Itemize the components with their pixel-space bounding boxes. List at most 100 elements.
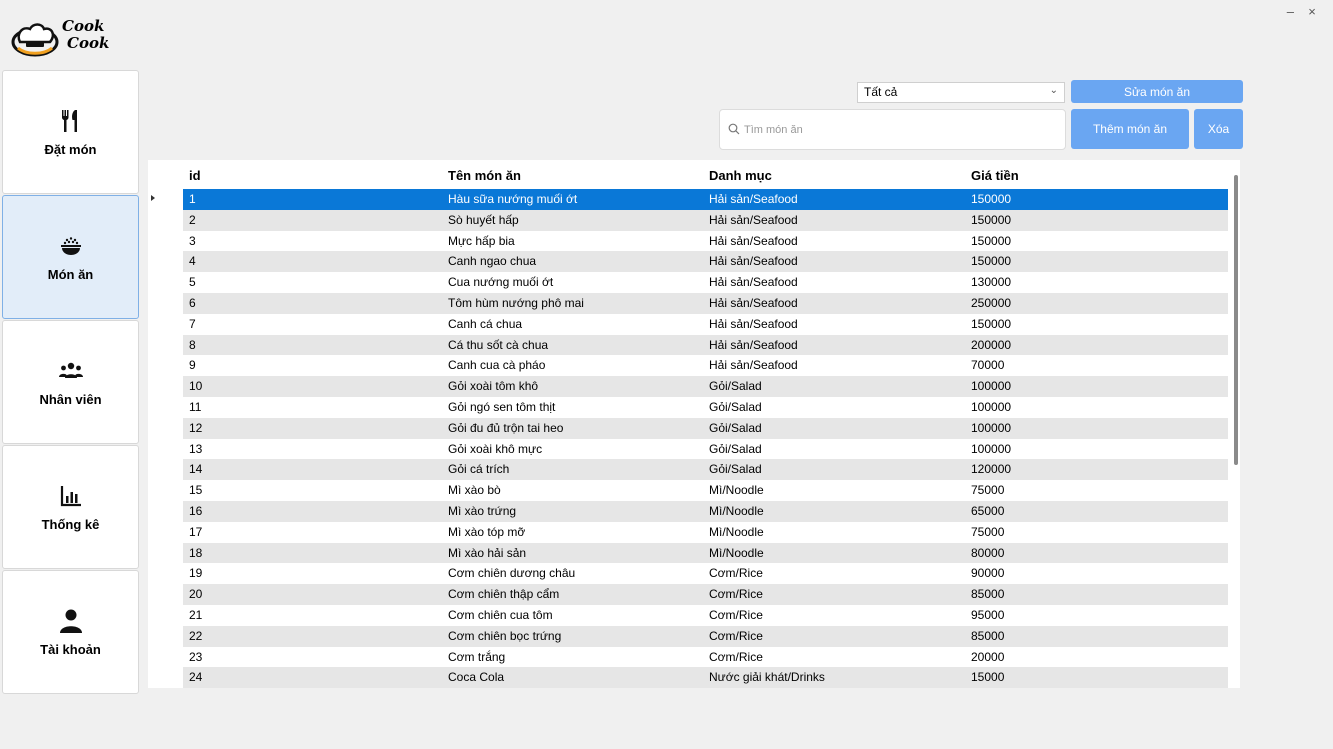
table-row[interactable]: 16 Mì xào trứng Mì/Noodle 65000: [148, 500, 1228, 522]
cell-price: 200000: [971, 337, 1012, 352]
table-row[interactable]: 4 Canh ngao chua Hải sản/Seafood 150000: [148, 251, 1228, 273]
table-row[interactable]: 20 Cơm chiên thập cẩm Cơm/Rice 85000: [148, 584, 1228, 605]
table-row[interactable]: 18 Mì xào hải sản Mì/Noodle 80000: [148, 542, 1228, 564]
chef-hat-icon: [11, 23, 59, 57]
cell-price: 150000: [971, 212, 1012, 227]
table-row[interactable]: 11 Gỏi ngó sen tôm thịt Gỏi/Salad 100000: [148, 397, 1228, 418]
table-row[interactable]: 3 Mực hấp bia Hải sản/Seafood 150000: [148, 231, 1228, 252]
cell-price: 75000: [971, 524, 1005, 539]
row-stripe: [183, 625, 1228, 647]
table-row[interactable]: 8 Cá thu sốt cà chua Hải sản/Seafood 200000: [148, 334, 1228, 356]
table-row[interactable]: 2 Sò huyết hấp Hải sản/Seafood 150000: [148, 209, 1228, 231]
table-row[interactable]: 13 Gỏi xoài khô mực Gỏi/Salad 100000: [148, 439, 1228, 460]
close-icon[interactable]: ×: [1303, 4, 1321, 19]
row-stripe: [183, 209, 1228, 231]
table-row[interactable]: 14 Gỏi cá trích Gỏi/Salad 120000: [148, 459, 1228, 481]
category-filter-select[interactable]: Tất cả ⌄: [857, 82, 1065, 103]
cell-id: 11: [189, 399, 202, 414]
cell-price: 100000: [971, 441, 1012, 456]
table-row[interactable]: 12 Gỏi đu đủ trộn tai heo Gỏi/Salad 100000: [148, 417, 1228, 439]
cell-name: Cá thu sốt cà chua: [448, 337, 549, 352]
table-row[interactable]: 6 Tôm hùm nướng phô mai Hải sản/Seafood 250…: [148, 292, 1228, 314]
cell-name: Cơm chiên dương châu: [448, 566, 576, 581]
cell-id: 14: [189, 462, 203, 477]
cell-id: 19: [189, 566, 203, 581]
cell-id: 2: [189, 212, 196, 227]
nav-label: Đặt món: [44, 141, 97, 157]
row-indicator-icon: [151, 195, 155, 201]
minimize-icon[interactable]: –: [1281, 4, 1299, 19]
table-row[interactable]: 17 Mì xào tóp mỡ Mì/Noodle 75000: [148, 522, 1228, 543]
cell-name: Mì xào bò: [448, 483, 501, 498]
table-row[interactable]: 15 Mì xào bò Mì/Noodle 75000: [148, 480, 1228, 501]
add-dish-button[interactable]: Thêm món ăn: [1071, 109, 1189, 149]
cell-price: 70000: [971, 358, 1005, 373]
cell-category: Gỏi/Salad: [709, 441, 762, 456]
cell-id: 6: [189, 295, 196, 310]
cell-category: Mì/Noodle: [709, 524, 764, 539]
table-row[interactable]: 5 Cua nướng muối ớt Hải sản/Seafood 130000: [148, 272, 1228, 293]
cell-price: 100000: [971, 399, 1012, 414]
cell-name: Cơm chiên bọc trứng: [448, 628, 562, 643]
cell-name: Gỏi xoài khô mực: [448, 441, 543, 456]
cell-id: 13: [189, 441, 203, 456]
row-stripe: [183, 500, 1228, 522]
cell-name: Sò huyết hấp: [448, 212, 519, 227]
table-row[interactable]: 1 Hàu sữa nướng muối ớt Hải sản/Seafood 150…: [148, 189, 1228, 210]
cell-id: 21: [189, 607, 203, 622]
bar-chart-icon: [60, 485, 81, 506]
header-price[interactable]: Giá tiền: [971, 168, 1019, 183]
cell-price: 20000: [971, 649, 1005, 664]
table-row[interactable]: 19 Cơm chiên dương châu Cơm/Rice 90000: [148, 563, 1228, 584]
cell-category: Hải sản/Seafood: [709, 212, 798, 227]
cell-id: 18: [189, 545, 203, 560]
table-row[interactable]: 23 Cơm trắng Cơm/Rice 20000: [148, 647, 1228, 668]
table-row[interactable]: 7 Canh cá chua Hải sản/Seafood 150000: [148, 314, 1228, 335]
nav-item-dat-mon[interactable]: Đặt món: [2, 70, 139, 194]
table-row[interactable]: 10 Gỏi xoài tôm khô Gỏi/Salad 100000: [148, 376, 1228, 397]
cell-category: Hải sản/Seafood: [709, 358, 798, 373]
cell-price: 150000: [971, 192, 1012, 206]
dishes-table[interactable]: id Tên món ăn Danh mục Giá tiền 1 Hàu sữa…: [148, 160, 1240, 688]
cell-category: Hải sản/Seafood: [709, 337, 798, 352]
nav-item-mon-an[interactable]: Món ăn: [2, 195, 139, 319]
search-input[interactable]: [744, 120, 1044, 140]
cell-category: Gỏi/Salad: [709, 399, 762, 414]
delete-button[interactable]: Xóa: [1194, 109, 1243, 149]
cell-id: 3: [189, 233, 196, 248]
table-row[interactable]: 21 Cơm chiên cua tôm Cơm/Rice 95000: [148, 605, 1228, 626]
cell-id: 4: [189, 254, 196, 269]
row-stripe: [183, 417, 1228, 439]
cell-price: 100000: [971, 379, 1012, 394]
cell-name: Cơm trắng: [448, 649, 506, 664]
header-category[interactable]: Danh mục: [709, 168, 772, 183]
cell-price: 150000: [971, 233, 1012, 248]
nav-label: Món ăn: [47, 266, 94, 282]
cell-price: 150000: [971, 316, 1012, 331]
header-name[interactable]: Tên món ăn: [448, 168, 521, 183]
cell-id: 12: [189, 420, 203, 435]
nav-item-nhan-vien[interactable]: Nhân viên: [2, 320, 139, 444]
row-stripe: [183, 334, 1228, 356]
row-stripe: [183, 667, 1228, 688]
table-row[interactable]: 22 Cơm chiên bọc trứng Cơm/Rice 85000: [148, 625, 1228, 647]
cell-name: Gỏi xoài tôm khô: [448, 379, 539, 394]
edit-dish-button[interactable]: Sửa món ăn: [1071, 80, 1243, 103]
cell-category: Hải sản/Seafood: [709, 275, 798, 290]
cell-category: Mì/Noodle: [709, 503, 764, 518]
cell-id: 15: [189, 483, 203, 498]
chevron-down-icon: ⌄: [1049, 85, 1058, 96]
cell-price: 90000: [971, 566, 1005, 581]
search-box[interactable]: [719, 109, 1066, 150]
cell-category: Cơm/Rice: [709, 587, 763, 602]
cell-id: 22: [189, 628, 203, 643]
header-id[interactable]: id: [189, 168, 201, 183]
table-scrollbar[interactable]: [1234, 175, 1238, 465]
nav-item-thong-ke[interactable]: Thống kê: [2, 445, 139, 569]
table-row[interactable]: 24 Coca Cola Nước giải khát/Drinks 15000: [148, 667, 1228, 688]
nav-item-tai-khoan[interactable]: Tài khoản: [2, 570, 139, 694]
users-icon: [58, 362, 83, 378]
table-row[interactable]: 9 Canh cua cà pháo Hải sản/Seafood 70000: [148, 355, 1228, 376]
nav-label: Nhân viên: [39, 391, 102, 407]
row-stripe: [183, 459, 1228, 481]
